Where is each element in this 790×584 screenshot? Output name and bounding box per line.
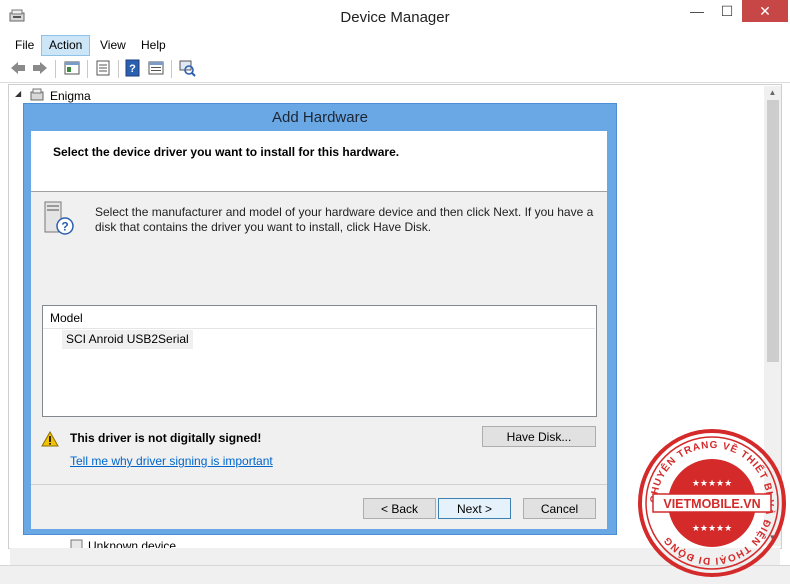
- dialog-separator: [31, 484, 607, 485]
- menu-action[interactable]: Action: [41, 35, 91, 56]
- vietmobile-stamp-logo: CHUYÊN TRANG VỀ THIẾT BỊ VÀ ĐIỆN THOẠI D…: [638, 429, 786, 577]
- model-list-item[interactable]: SCI Anroid USB2Serial: [62, 330, 193, 349]
- svg-text:?: ?: [129, 63, 136, 75]
- hardware-question-icon: ?: [44, 201, 74, 235]
- vertical-scroll-thumb[interactable]: [767, 100, 779, 362]
- dialog-header: [31, 131, 607, 192]
- svg-text:★★★★★: ★★★★★: [692, 479, 732, 489]
- toolbar-separator: [87, 60, 88, 78]
- menu-file[interactable]: File: [8, 35, 41, 55]
- minimize-button[interactable]: —: [682, 0, 712, 22]
- menu-view[interactable]: View: [93, 35, 133, 55]
- stamp-brand: VIETMOBILE.VN: [663, 497, 760, 511]
- forward-arrow-icon[interactable]: [31, 59, 49, 77]
- back-arrow-icon[interactable]: [9, 59, 27, 77]
- next-button[interactable]: Next >: [438, 498, 511, 519]
- list-view-icon[interactable]: [94, 59, 112, 77]
- svg-text:★★★★★: ★★★★★: [692, 524, 732, 534]
- properties-icon[interactable]: [63, 59, 81, 77]
- dialog-description: Select the manufacturer and model of you…: [95, 205, 594, 234]
- have-disk-button[interactable]: Have Disk...: [482, 426, 596, 447]
- back-button[interactable]: < Back: [363, 498, 436, 519]
- tree-root-label[interactable]: Enigma: [50, 89, 91, 103]
- computer-icon: [30, 88, 44, 101]
- menu-help[interactable]: Help: [134, 35, 173, 55]
- tree-expander-icon[interactable]: ◢: [15, 89, 21, 98]
- scan-hardware-icon[interactable]: [178, 59, 196, 77]
- model-column-header[interactable]: [43, 306, 595, 329]
- unsigned-driver-warning: This driver is not digitally signed!: [70, 431, 262, 445]
- window-title: Device Manager: [340, 9, 450, 26]
- toolbar-separator: [55, 60, 56, 78]
- maximize-button[interactable]: ☐: [712, 0, 742, 22]
- scroll-up-icon[interactable]: ▲: [764, 86, 781, 100]
- cancel-button[interactable]: Cancel: [523, 498, 596, 519]
- close-button[interactable]: ✕: [742, 0, 788, 22]
- model-column-label: Model: [50, 311, 83, 325]
- device-view-icon[interactable]: [147, 59, 165, 77]
- driver-signing-link[interactable]: Tell me why driver signing is important: [70, 454, 273, 468]
- toolbar-separator: [118, 60, 119, 78]
- toolbar-separator: [171, 60, 172, 78]
- warning-icon: [41, 431, 59, 447]
- dialog-title: Add Hardware: [272, 109, 368, 126]
- dialog-header-text: Select the device driver you want to ins…: [53, 145, 400, 159]
- help-icon[interactable]: ?: [124, 59, 142, 77]
- svg-text:?: ?: [61, 220, 68, 234]
